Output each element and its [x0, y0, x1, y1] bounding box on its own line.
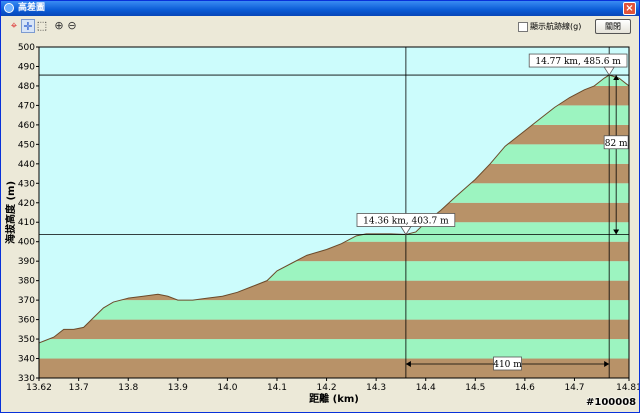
y-tick-label: 400 [18, 238, 35, 248]
checkbox-label: 顯示航跡線(g) [530, 22, 582, 31]
elevation-band [39, 319, 629, 340]
x-tick-label: 14.2 [317, 383, 337, 393]
y-tick-label: 360 [18, 316, 35, 326]
app-icon [4, 3, 14, 13]
y-axis-title: 海拔高度 (m) [4, 181, 17, 244]
crosshair-callout-label: 14.36 km, 403.7 m [363, 217, 449, 227]
y-tick-label: 430 [18, 179, 35, 189]
x-tick-label: 14.5 [465, 383, 485, 393]
y-tick-label: 480 [18, 82, 35, 92]
show-trackline-checkbox[interactable]: 顯示航跡線(g) [518, 21, 581, 33]
crosshair-blue-icon[interactable]: ✛ [21, 19, 35, 33]
x-tick-label: 14.4 [416, 383, 436, 393]
y-tick-label: 500 [18, 43, 35, 53]
x-tick-label: 13.62 [26, 383, 52, 393]
y-tick-label: 370 [18, 296, 35, 306]
height-measure-label: 82 m [605, 139, 628, 149]
x-tick-label: 13.9 [168, 383, 188, 393]
checkbox-box[interactable] [518, 21, 528, 32]
y-tick-label: 470 [18, 101, 35, 111]
y-tick-label: 380 [18, 277, 35, 287]
crosshair-callout-label: 14.77 km, 485.6 m [535, 57, 621, 67]
title-bar: 高差圖 × [1, 1, 639, 16]
close-button[interactable]: 關閉 [595, 19, 631, 34]
distance-measure-label: 410 m [493, 360, 522, 370]
x-tick-label: 14.7 [564, 383, 584, 393]
y-tick-label: 410 [18, 218, 35, 228]
zoom-in-icon[interactable]: ⊕ [52, 19, 66, 33]
x-tick-label: 14.3 [366, 383, 386, 393]
elevation-band [39, 300, 629, 320]
elevation-band [39, 339, 629, 359]
y-tick-label: 350 [18, 335, 35, 345]
crosshair-red-icon[interactable]: ⌖ [7, 19, 21, 33]
y-tick-label: 450 [18, 140, 35, 150]
x-tick-label: 14.0 [217, 383, 237, 393]
x-axis-title: 距離 (km) [309, 392, 359, 405]
elevation-band [39, 358, 629, 378]
zoom-out-icon[interactable]: ⊖ [65, 19, 79, 33]
x-tick-label: 13.7 [69, 383, 89, 393]
elevation-chart[interactable]: 3303403503603703803904004104204304404504… [1, 37, 639, 412]
y-tick-label: 340 [18, 355, 35, 365]
y-tick-label: 440 [18, 160, 35, 170]
watermark: #100008 [586, 397, 637, 408]
select-region-icon[interactable]: ⬚ [35, 19, 49, 33]
window-close-button[interactable]: × [623, 2, 636, 15]
x-tick-label: 14.81 [616, 383, 639, 393]
y-tick-label: 460 [18, 121, 35, 131]
x-tick-label: 14.1 [267, 383, 287, 393]
x-tick-label: 14.6 [515, 383, 535, 393]
y-tick-label: 420 [18, 199, 35, 209]
window-title: 高差圖 [18, 3, 46, 13]
y-tick-label: 390 [18, 257, 35, 267]
x-tick-label: 13.8 [118, 383, 138, 393]
elevation-profile-window: 高差圖 × ⌖ ✛ ⬚ ⊕ ⊖ 顯示航跡線(g) 關閉 330 340 350 360… [0, 0, 640, 413]
y-tick-label: 490 [18, 62, 35, 72]
